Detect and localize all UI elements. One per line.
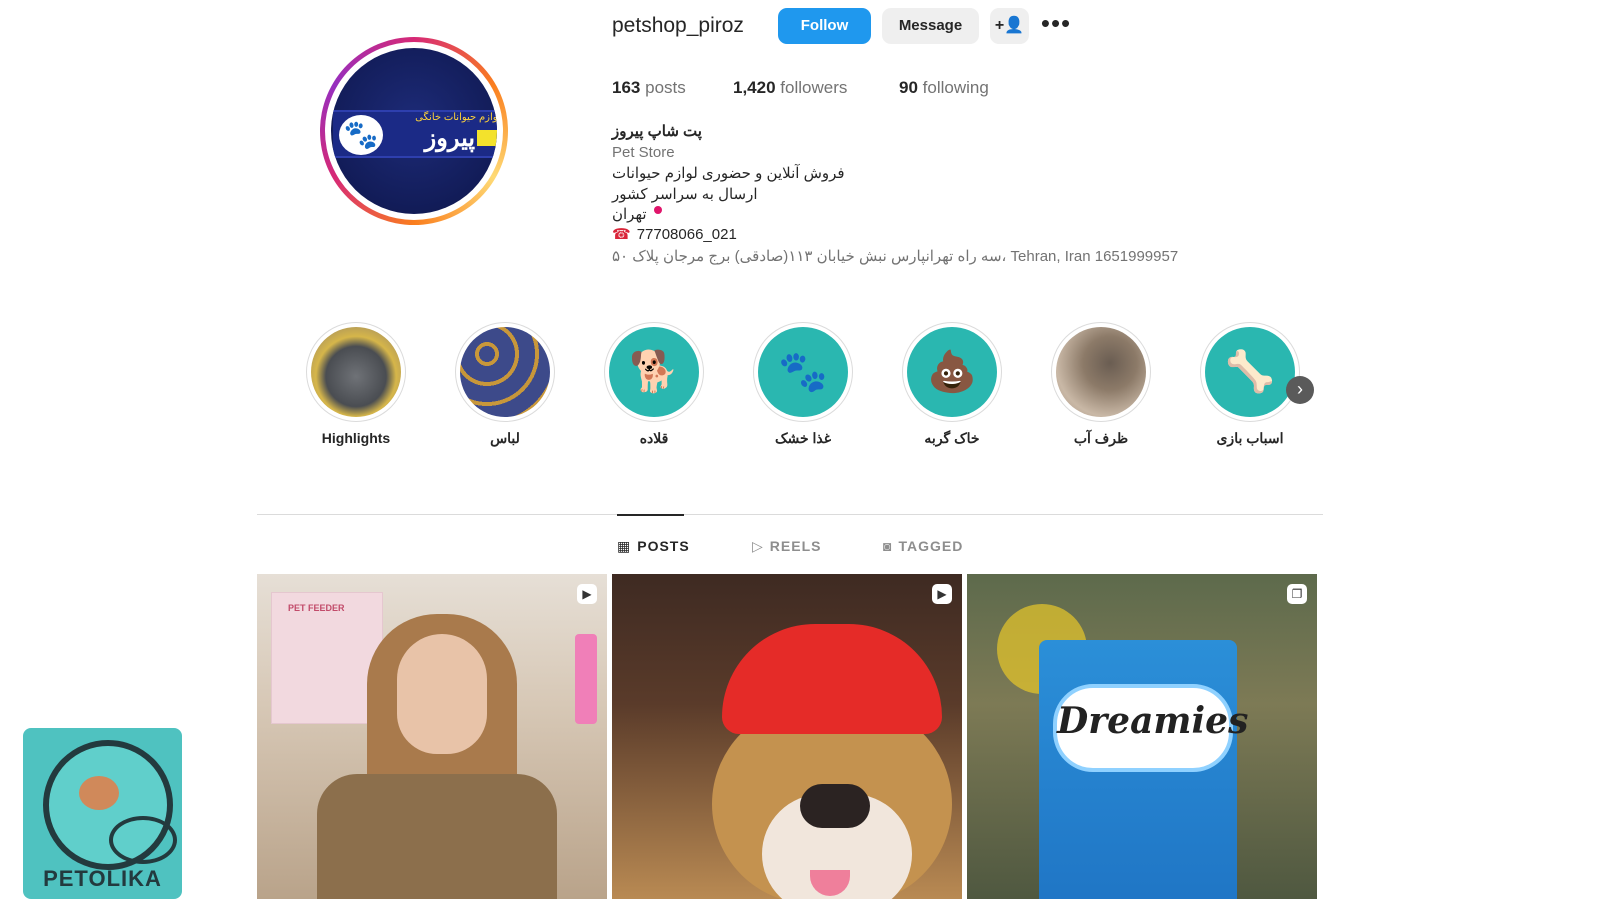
dog-nose: [800, 784, 870, 828]
product-brand-text: Dreamies: [1057, 700, 1249, 742]
product-box-text: PET FEEDER: [288, 603, 345, 613]
logo-ear: [79, 776, 119, 810]
tab-label: REELS: [769, 538, 822, 554]
following-label: following: [922, 78, 989, 97]
avatar-title: پیروز: [424, 125, 475, 152]
highlight-label: غذا خشک: [774, 430, 832, 446]
highlight-cover-cat: [311, 327, 401, 417]
highlight-label: خاک گربه: [924, 430, 980, 446]
highlight-cover: 💩: [907, 327, 997, 417]
bio-phone: ☎ 77708066_021: [612, 225, 737, 243]
tab-reels[interactable]: ▷ REELS: [752, 538, 821, 555]
avatar-accent-bar: [477, 130, 497, 146]
posts-count-label: posts: [645, 78, 686, 97]
chevron-right-icon[interactable]: ›: [1286, 376, 1314, 404]
bio-line: تهران: [612, 206, 647, 223]
highlight-cover-clothes: [460, 327, 550, 417]
highlight-label: اسباب بازی: [1216, 430, 1284, 446]
highlight-item[interactable]: 🐕 قلاده: [602, 322, 706, 447]
add-user-icon[interactable]: +👤: [990, 8, 1029, 44]
highlight-ring: [455, 322, 555, 422]
followers-link[interactable]: 1,420 followers: [733, 78, 847, 98]
litter-icon: 💩: [927, 350, 977, 394]
bio-line: ارسال به سراسر کشور: [612, 186, 758, 203]
bone-icon: 🦴: [1225, 350, 1275, 394]
avatar-subtitle: لوازم حیوانات خانگی: [415, 112, 497, 123]
highlight-item[interactable]: Highlights: [304, 322, 408, 446]
active-tab-indicator: [617, 514, 684, 516]
highlight-cover-bowl: [1056, 327, 1146, 417]
post-thumbnail[interactable]: PET FEEDER ▶: [257, 574, 607, 899]
petolika-logo: PETOLIKA: [23, 728, 182, 899]
reels-icon: ▷: [752, 538, 764, 554]
highlight-item[interactable]: لباس: [453, 322, 557, 447]
avatar-border: 🐾 لوازم حیوانات خانگی پیروز: [325, 42, 503, 220]
person-face: [397, 634, 487, 754]
profile-avatar[interactable]: 🐾 لوازم حیوانات خانگی پیروز: [320, 37, 508, 225]
highlight-label: لباس: [490, 430, 520, 446]
highlight-item[interactable]: ظرف آب: [1049, 322, 1153, 447]
highlight-item[interactable]: 💩 خاک گربه: [900, 322, 1004, 447]
post-thumbnail[interactable]: ▶: [612, 574, 962, 899]
follow-button[interactable]: Follow: [778, 8, 871, 44]
tab-posts[interactable]: ▦ POSTS: [617, 538, 690, 555]
highlight-label: ظرف آب: [1073, 430, 1129, 446]
highlight-label: قلاده: [639, 430, 669, 446]
post-thumbnail[interactable]: Dreamies ❐: [967, 574, 1317, 899]
red-cap: [722, 624, 942, 734]
highlight-ring: 🐾: [753, 322, 853, 422]
profile-display-name: پت شاپ پیروز: [612, 123, 702, 140]
highlight-ring: 🐕: [604, 322, 704, 422]
paw-icon: 🐾: [339, 115, 383, 155]
phone-icon: ☎: [612, 226, 631, 243]
followers-count-value: 1,420: [733, 78, 776, 97]
tab-tagged[interactable]: ◙ TAGGED: [883, 538, 963, 554]
highlight-ring: [1051, 322, 1151, 422]
dog-collar-icon: 🐕: [629, 350, 679, 394]
carousel-icon: ❐: [1287, 584, 1307, 604]
grid-icon: ▦: [617, 538, 632, 554]
followers-label: followers: [780, 78, 848, 97]
more-options-icon[interactable]: •••: [1040, 10, 1072, 42]
avatar-image: 🐾 لوازم حیوانات خانگی پیروز: [331, 48, 497, 214]
pink-bottle: [575, 634, 597, 724]
highlight-ring: [306, 322, 406, 422]
username: petshop_piroz: [612, 14, 744, 37]
reel-icon: ▶: [577, 584, 597, 604]
highlight-cover: 🐕: [609, 327, 699, 417]
message-button[interactable]: Message: [882, 8, 979, 44]
tagged-icon: ◙: [883, 538, 893, 554]
tab-label: POSTS: [637, 538, 690, 554]
bio-address[interactable]: سه راه تهرانپارس نبش خیابان ۱۱۳(صادقی) ب…: [612, 247, 1178, 265]
tabs-divider: [257, 514, 1323, 515]
logo-text: PETOLIKA: [43, 866, 162, 891]
posts-count: 163 posts: [612, 78, 686, 98]
profile-category: Pet Store: [612, 144, 675, 161]
reel-icon: ▶: [932, 584, 952, 604]
highlight-label: Highlights: [321, 430, 391, 446]
dog-cat-logo-icon: [43, 740, 177, 870]
posts-count-value: 163: [612, 78, 641, 97]
location-pin-icon: [654, 206, 662, 214]
bio-line: فروش آنلاین و حضوری لوازم حیوانات: [612, 165, 845, 182]
highlight-item[interactable]: 🐾 غذا خشک: [751, 322, 855, 447]
tab-label: TAGGED: [898, 538, 964, 554]
phone-number: 77708066_021: [636, 226, 737, 243]
following-link[interactable]: 90 following: [899, 78, 989, 98]
paw-food-icon: 🐾: [778, 350, 828, 394]
highlight-cover: 🦴: [1205, 327, 1295, 417]
highlight-ring: 🦴: [1200, 322, 1300, 422]
highlight-ring: 💩: [902, 322, 1002, 422]
highlight-cover: 🐾: [758, 327, 848, 417]
logo-face: [109, 816, 177, 864]
following-count-value: 90: [899, 78, 918, 97]
person-body: [317, 774, 557, 899]
